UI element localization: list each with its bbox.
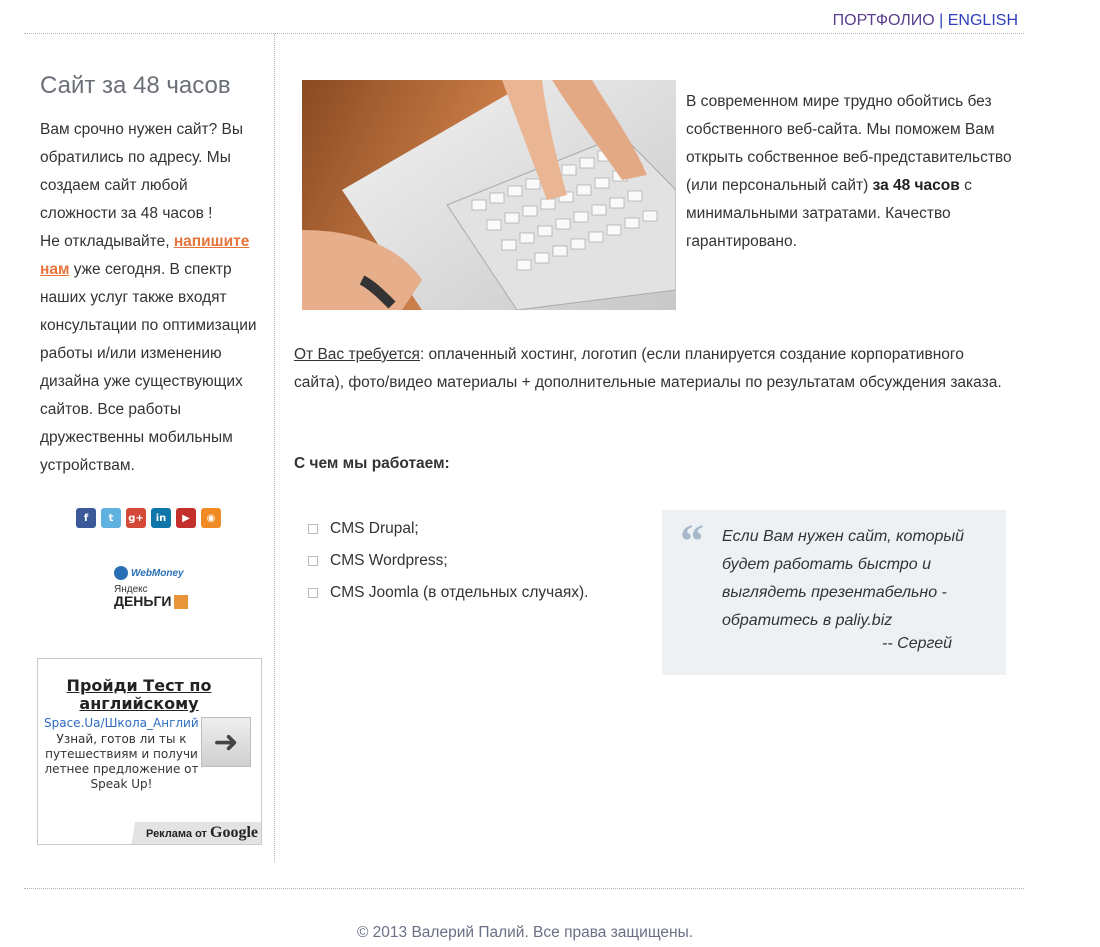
cms-list: CMS Drupal; CMS Wordpress; CMS Joomla (в о… bbox=[308, 513, 588, 609]
bullet-icon bbox=[308, 556, 318, 566]
cms-list-item: CMS Drupal; bbox=[308, 513, 588, 545]
testimonial-quote: “ Если Вам нужен сайт, который будет раб… bbox=[662, 510, 1006, 675]
laptop-hands-image bbox=[302, 80, 676, 310]
sidebar-text: Вам срочно нужен сайт? Вы обратились по … bbox=[40, 116, 262, 480]
sidebar-title: Сайт за 48 часов bbox=[40, 72, 231, 99]
google-plus-icon[interactable]: g+ bbox=[126, 508, 146, 528]
cms-list-label: CMS Joomla (в отдельных случаях). bbox=[330, 584, 589, 601]
ad-attribution-label: Реклама от bbox=[146, 828, 207, 840]
top-nav: ПОРТФОЛИО | ENGLISH bbox=[833, 12, 1018, 30]
payment-logos: WebMoney Яндекс ДЕНЬГИ bbox=[114, 566, 194, 609]
sidebar-text-part: Не откладывайте, bbox=[40, 233, 174, 250]
cms-list-label: CMS Drupal; bbox=[330, 520, 419, 537]
cms-list-label: CMS Wordpress; bbox=[330, 552, 448, 569]
sidebar-text-part: Вам срочно нужен сайт? Вы обратились по … bbox=[40, 121, 244, 222]
nav-separator: | bbox=[939, 12, 944, 29]
webmoney-label: WebMoney bbox=[131, 567, 184, 579]
twitter-icon[interactable]: t bbox=[101, 508, 121, 528]
google-ad[interactable]: Пройди Тест по английскому Space.Ua/Школ… bbox=[37, 658, 262, 845]
quote-author: -- Сергей bbox=[882, 635, 952, 652]
webmoney-logo: WebMoney bbox=[114, 566, 194, 580]
webmoney-globe-icon bbox=[114, 566, 128, 580]
cms-list-item: CMS Wordpress; bbox=[308, 545, 588, 577]
requirements-text: От Вас требуется: оплаченный хостинг, ло… bbox=[294, 341, 1009, 397]
dengi-label: ДЕНЬГИ bbox=[114, 593, 172, 610]
wallet-icon bbox=[174, 595, 189, 609]
ad-attribution[interactable]: Реклама от Google bbox=[121, 822, 261, 844]
rss-icon[interactable]: ◉ bbox=[201, 508, 221, 528]
google-logo: Google bbox=[210, 824, 258, 841]
bullet-icon bbox=[308, 524, 318, 534]
yandex-money-logo: Яндекс ДЕНЬГИ bbox=[114, 584, 194, 609]
ad-description: Узнай, готов ли ты к путешествиям и полу… bbox=[44, 732, 199, 791]
bullet-icon bbox=[308, 588, 318, 598]
english-link[interactable]: ENGLISH bbox=[948, 12, 1018, 29]
portfolio-link[interactable]: ПОРТФОЛИО bbox=[833, 12, 935, 29]
requirements-label: От Вас требуется bbox=[294, 346, 420, 363]
footer-divider bbox=[24, 888, 1024, 889]
copyright: © 2013 Валерий Палий. Все права защищены… bbox=[356, 924, 694, 941]
quote-icon: “ bbox=[680, 515, 704, 568]
arrow-right-icon[interactable]: ➜ bbox=[201, 717, 251, 767]
youtube-icon[interactable]: ▶ bbox=[176, 508, 196, 528]
quote-text: Если Вам нужен сайт, который будет работ… bbox=[722, 528, 965, 629]
works-heading: С чем мы работаем: bbox=[294, 455, 450, 472]
facebook-icon[interactable]: f bbox=[76, 508, 96, 528]
sidebar: Сайт за 48 часов Вам срочно нужен сайт? … bbox=[24, 34, 275, 862]
cms-list-item: CMS Joomla (в отдельных случаях). bbox=[308, 577, 588, 609]
intro-text: В современном мире трудно обойтись без с… bbox=[686, 88, 1016, 256]
social-icons: f t g+ in ▶ ◉ bbox=[76, 508, 221, 528]
ad-title[interactable]: Пройди Тест по английскому bbox=[44, 677, 234, 713]
intro-emphasis: за 48 часов bbox=[872, 177, 960, 194]
linkedin-icon[interactable]: in bbox=[151, 508, 171, 528]
sidebar-text-part: уже сегодня. В спектр наших услуг также … bbox=[40, 261, 257, 474]
ad-url[interactable]: Space.Ua/Школа_Английского bbox=[44, 716, 199, 730]
